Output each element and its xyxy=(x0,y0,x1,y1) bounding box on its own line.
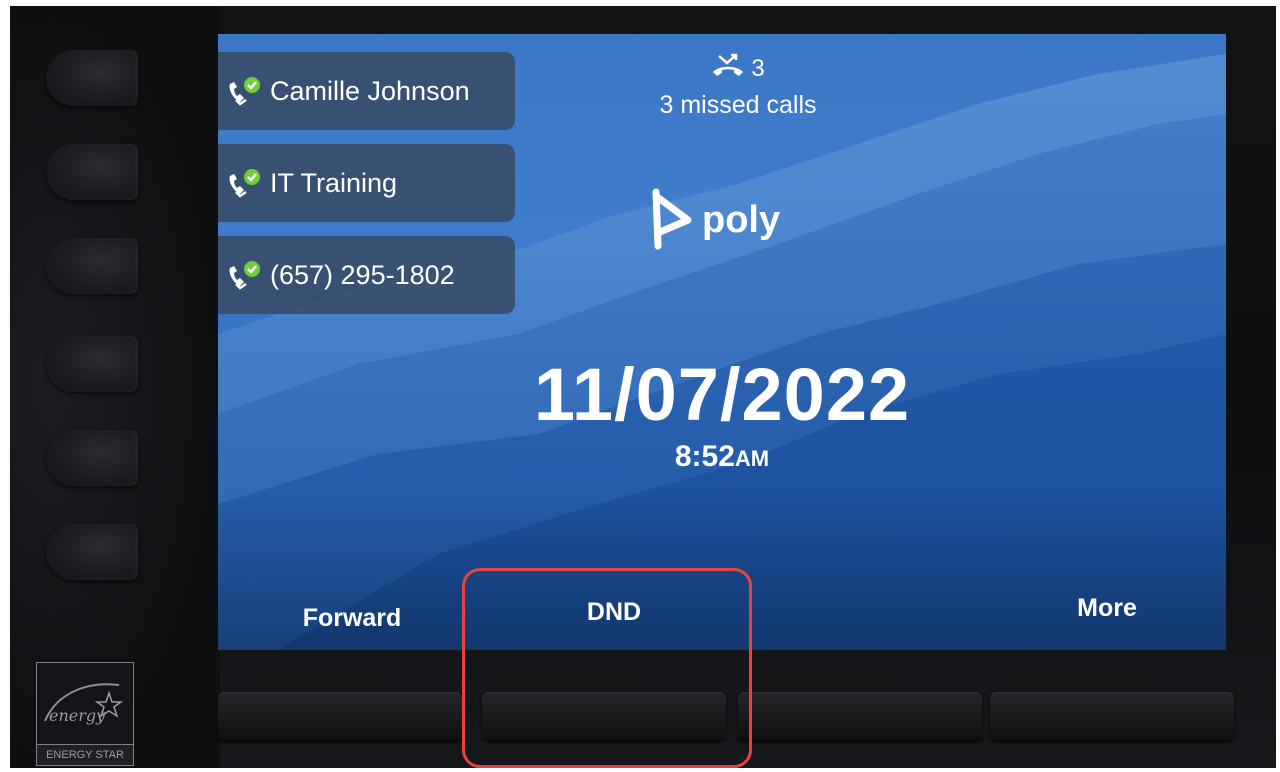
line-key-3[interactable] xyxy=(46,238,138,294)
line-key-4[interactable] xyxy=(46,336,138,392)
time-hm: 8:52 xyxy=(674,440,735,473)
line-key-5[interactable] xyxy=(46,430,138,486)
energy-star-label: ENERGY STAR xyxy=(37,744,133,765)
missed-call-count: 3 xyxy=(751,54,765,82)
energy-star-badge: energy ENERGY STAR xyxy=(36,662,134,766)
softkey-forward-button[interactable] xyxy=(218,692,462,740)
phone-registered-icon xyxy=(224,74,264,108)
missed-calls-indicator[interactable]: 3 3 missed calls xyxy=(638,52,838,120)
line-button-phone-number[interactable]: (657) 295-1802 xyxy=(218,236,515,314)
energy-logo-text: energy xyxy=(49,706,106,725)
phone-registered-icon xyxy=(224,258,264,292)
softkey-more-button[interactable] xyxy=(990,692,1234,740)
line-label: Camille Johnson xyxy=(270,75,470,106)
dnd-highlight-box xyxy=(462,568,752,768)
softkey-more-label: More xyxy=(1077,594,1137,622)
brand-name: poly xyxy=(702,199,780,241)
poly-logo: poly xyxy=(644,184,824,254)
time-ampm: AM xyxy=(734,446,770,471)
date-display: 11/07/2022 xyxy=(533,353,911,436)
missed-calls-label: 3 missed calls xyxy=(659,91,817,119)
phone-registered-icon xyxy=(224,166,264,200)
phone-display: Camille Johnson IT Training (657) 295-18… xyxy=(218,34,1226,650)
energy-star-logo: energy xyxy=(44,683,124,725)
softkey-forward-label: Forward xyxy=(302,604,402,632)
line-key-6[interactable] xyxy=(46,524,138,580)
time-display: 8:52AM xyxy=(218,440,1226,474)
line-label: IT Training xyxy=(270,167,398,198)
line-button-it-training[interactable]: IT Training xyxy=(218,144,515,222)
line-label: (657) 295-1802 xyxy=(270,259,455,290)
softkey-3-button[interactable] xyxy=(738,692,982,740)
line-key-1[interactable] xyxy=(46,50,138,106)
line-key-2[interactable] xyxy=(46,144,138,200)
missed-call-icon xyxy=(711,52,745,85)
line-button-camille-johnson[interactable]: Camille Johnson xyxy=(218,52,515,130)
